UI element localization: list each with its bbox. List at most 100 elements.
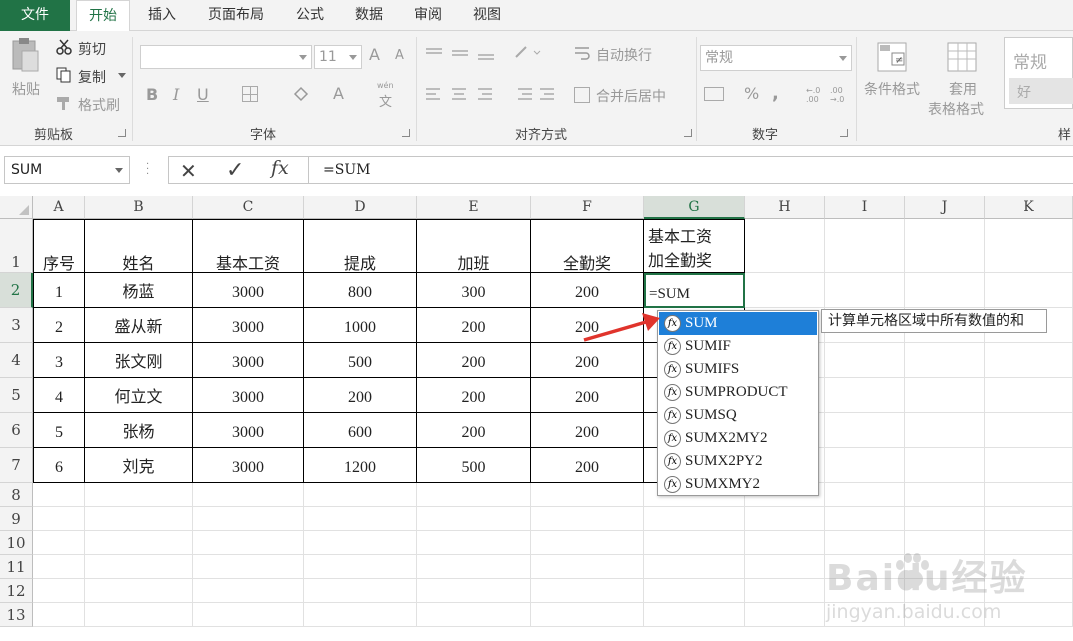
cell-a7[interactable]: 6 (33, 448, 85, 483)
active-cell-g2[interactable]: =SUM (644, 273, 745, 308)
cell-h12[interactable] (745, 579, 825, 603)
cell-i7[interactable] (825, 448, 905, 483)
wrap-text-button[interactable]: 自动换行 (596, 45, 652, 65)
column-header-k[interactable]: K (985, 196, 1073, 219)
cell-h10[interactable] (745, 531, 825, 555)
cell-c3[interactable]: 3000 (193, 308, 304, 343)
cell-a8[interactable] (33, 483, 85, 507)
border-icon[interactable] (242, 86, 258, 102)
cell-c4[interactable]: 3000 (193, 343, 304, 378)
row-header-2[interactable]: 2 (0, 273, 33, 308)
column-header-g[interactable]: G (644, 196, 745, 219)
chevron-down-icon[interactable] (118, 73, 126, 78)
cell-a12[interactable] (33, 579, 85, 603)
cell-d13[interactable] (304, 603, 417, 627)
decimal-icons[interactable]: ←.0.00.00 →.0 (806, 85, 850, 104)
grow-font-button[interactable]: A (369, 45, 380, 64)
percent-button[interactable]: % (744, 84, 759, 103)
cell-d11[interactable] (304, 555, 417, 579)
cell-j9[interactable] (905, 507, 985, 531)
cell-f9[interactable] (531, 507, 644, 531)
cell-f7[interactable]: 200 (531, 448, 644, 483)
font-color-button[interactable]: A (333, 84, 344, 103)
select-all-button[interactable] (0, 196, 33, 219)
tab-formulas[interactable]: 公式 (285, 0, 335, 31)
enter-button[interactable]: ✓ (226, 158, 244, 183)
number-format-combo[interactable]: 常规 (700, 45, 852, 71)
autocomplete-item-sumxmy2[interactable]: fx SUMXMY2 (659, 473, 817, 496)
fill-color-icon[interactable] (292, 86, 310, 102)
cell-h9[interactable] (745, 507, 825, 531)
style-good[interactable]: 好 (1009, 78, 1073, 104)
cell-j7[interactable] (905, 448, 985, 483)
column-header-i[interactable]: I (825, 196, 905, 219)
tab-view[interactable]: 视图 (462, 0, 512, 31)
cell-b1[interactable]: 姓名 (85, 219, 193, 273)
cell-c8[interactable] (193, 483, 304, 507)
cell-g11[interactable] (644, 555, 745, 579)
currency-icon[interactable] (704, 87, 724, 101)
number-launcher-icon[interactable] (840, 129, 848, 137)
column-header-a[interactable]: A (33, 196, 85, 219)
clipboard-launcher-icon[interactable] (118, 129, 126, 137)
cell-f6[interactable]: 200 (531, 413, 644, 448)
cell-a1[interactable]: 序号 (33, 219, 85, 273)
autocomplete-item-sum[interactable]: fx SUM (659, 312, 817, 335)
cell-b11[interactable] (85, 555, 193, 579)
cell-e5[interactable]: 200 (417, 378, 531, 413)
cell-a10[interactable] (33, 531, 85, 555)
cell-c2[interactable]: 3000 (193, 273, 304, 308)
cell-a3[interactable]: 2 (33, 308, 85, 343)
row-header-7[interactable]: 7 (0, 448, 33, 483)
cell-a5[interactable]: 4 (33, 378, 85, 413)
tab-data[interactable]: 数据 (344, 0, 394, 31)
font-name-combo[interactable] (140, 45, 312, 69)
autocomplete-item-sumifs[interactable]: fx SUMIFS (659, 358, 817, 381)
phonetic-button[interactable]: 文 (379, 91, 392, 110)
column-header-e[interactable]: E (417, 196, 531, 219)
row-header-9[interactable]: 9 (0, 507, 33, 531)
row-header-5[interactable]: 5 (0, 378, 33, 413)
cell-j6[interactable] (905, 413, 985, 448)
cell-c6[interactable]: 3000 (193, 413, 304, 448)
cell-f13[interactable] (531, 603, 644, 627)
tab-insert[interactable]: 插入 (136, 0, 188, 31)
cell-i6[interactable] (825, 413, 905, 448)
tab-file[interactable]: 文件 (0, 0, 70, 31)
cell-c7[interactable]: 3000 (193, 448, 304, 483)
cell-i1[interactable] (825, 219, 905, 273)
indent-icons[interactable] (514, 87, 558, 101)
cell-k4[interactable] (985, 343, 1073, 378)
paste-icon[interactable] (10, 37, 40, 73)
cell-d10[interactable] (304, 531, 417, 555)
cell-k7[interactable] (985, 448, 1073, 483)
cell-e4[interactable]: 200 (417, 343, 531, 378)
conditional-formatting-button[interactable]: 条件格式 (864, 79, 920, 99)
cell-f11[interactable] (531, 555, 644, 579)
cancel-button[interactable]: ✕ (180, 159, 197, 183)
cell-e1[interactable]: 加班 (417, 219, 531, 273)
shrink-font-button[interactable]: A (395, 48, 404, 63)
cell-d6[interactable]: 600 (304, 413, 417, 448)
cell-a6[interactable]: 5 (33, 413, 85, 448)
row-header-3[interactable]: 3 (0, 308, 33, 343)
underline-button[interactable]: U (197, 85, 209, 104)
cell-f1[interactable]: 全勤奖 (531, 219, 644, 273)
row-header-11[interactable]: 11 (0, 555, 33, 579)
cell-a9[interactable] (33, 507, 85, 531)
cell-b6[interactable]: 张杨 (85, 413, 193, 448)
cell-b13[interactable] (85, 603, 193, 627)
horizontal-align-icons[interactable] (426, 87, 498, 101)
cell-g1[interactable]: 基本工资 加全勤奖 (644, 219, 745, 273)
autocomplete-item-sumx2py2[interactable]: fx SUMX2PY2 (659, 450, 817, 473)
cell-c11[interactable] (193, 555, 304, 579)
cell-b5[interactable]: 何立文 (85, 378, 193, 413)
cell-e7[interactable]: 500 (417, 448, 531, 483)
name-box[interactable]: SUM (4, 156, 130, 184)
cell-d1[interactable]: 提成 (304, 219, 417, 273)
cell-g9[interactable] (644, 507, 745, 531)
cell-h11[interactable] (745, 555, 825, 579)
cell-e13[interactable] (417, 603, 531, 627)
cell-styles-gallery[interactable]: 常规 好 (1004, 37, 1073, 109)
cell-f10[interactable] (531, 531, 644, 555)
